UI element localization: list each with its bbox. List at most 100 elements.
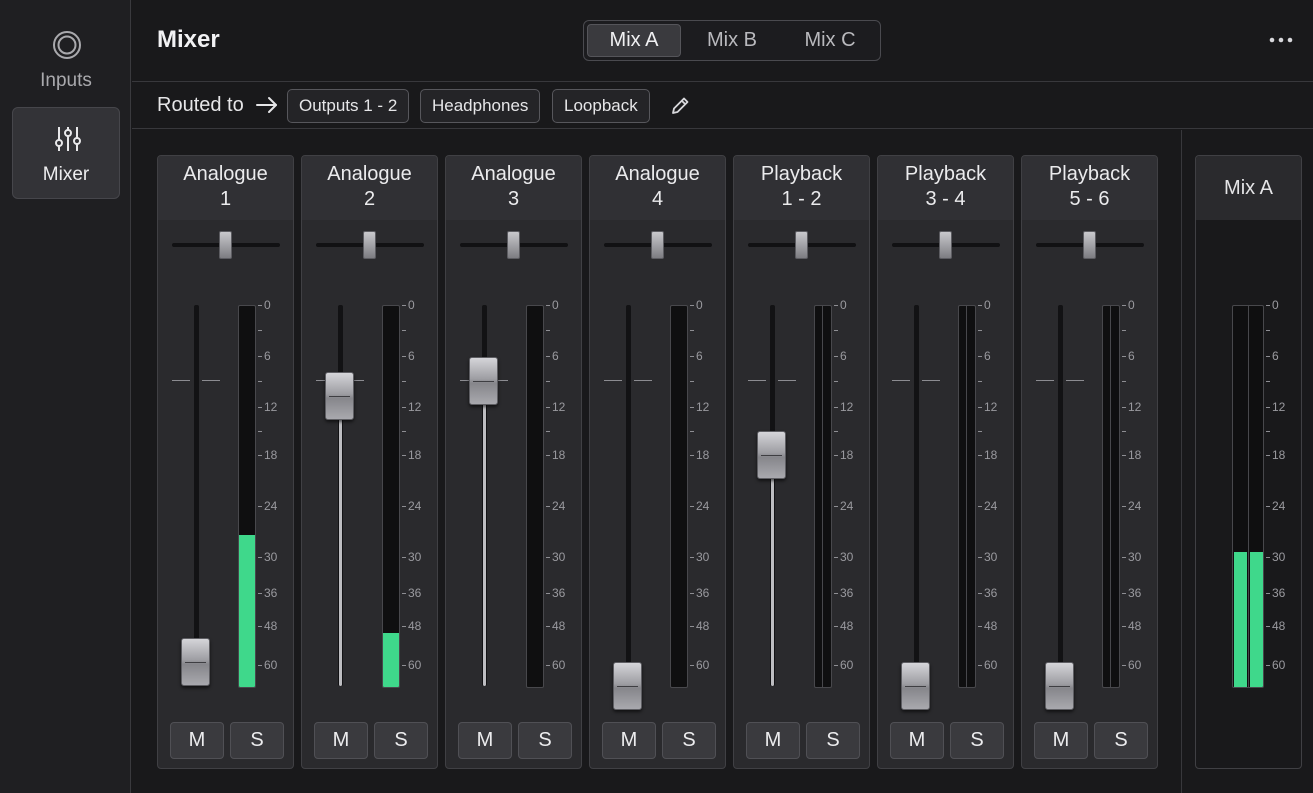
meter-scale: 0 6 12 18 24 30 36 48 60 — [402, 299, 437, 688]
mute-button[interactable]: M — [1034, 722, 1088, 759]
sidebar-item-inputs[interactable]: Inputs — [12, 14, 120, 106]
meter-scale-tick — [258, 324, 264, 336]
fader-handle[interactable] — [901, 662, 930, 710]
tick-dash — [1266, 407, 1270, 409]
more-options-button[interactable] — [1267, 28, 1295, 52]
meter-scale-tick — [834, 324, 840, 336]
route-chip-loopback[interactable]: Loopback — [552, 89, 650, 123]
pan-slider-knob[interactable] — [939, 231, 952, 259]
meter-scale-tick: 36 — [1266, 587, 1285, 599]
mute-button[interactable]: M — [458, 722, 512, 759]
pan-slider-knob[interactable] — [651, 231, 664, 259]
fader-handle[interactable] — [469, 357, 498, 405]
tick-dash — [402, 455, 406, 457]
meter-scale-tick: 0 — [978, 299, 991, 311]
fader-handle[interactable] — [325, 371, 354, 420]
fader-level — [483, 381, 486, 686]
channel-name: Analogue 4 — [590, 156, 725, 220]
mute-button[interactable]: M — [170, 722, 224, 759]
tick-dash — [1122, 431, 1126, 433]
tick-dash — [978, 431, 982, 433]
meter-scale-tick: 36 — [690, 587, 709, 599]
fader-track[interactable] — [914, 305, 919, 686]
fader-track[interactable] — [1058, 305, 1063, 686]
solo-button[interactable]: S — [662, 722, 716, 759]
channel-name-line2: 1 - 2 — [781, 188, 822, 210]
tick-label: 36 — [1128, 586, 1142, 600]
pan-slider-knob[interactable] — [1083, 231, 1096, 259]
pencil-edit-icon[interactable] — [669, 95, 691, 117]
meter-scale-tick: 30 — [1266, 551, 1285, 563]
tick-label: 30 — [264, 550, 278, 564]
meter-scale-tick — [258, 425, 264, 437]
fader-level — [339, 395, 342, 686]
fader-handle[interactable] — [181, 638, 210, 686]
route-chip-headphones[interactable]: Headphones — [420, 89, 541, 123]
tick-dash — [546, 593, 550, 595]
tick-dash — [1266, 626, 1270, 628]
pan-slider-knob[interactable] — [507, 231, 520, 259]
tick-label: 18 — [696, 448, 710, 462]
meter-scale-tick: 12 — [690, 401, 709, 413]
tick-dash — [690, 330, 694, 332]
meter-scale-tick: 24 — [402, 500, 421, 512]
tab-mix-b[interactable]: Mix B — [685, 24, 779, 57]
tick-dash — [1266, 593, 1270, 595]
meter-scale-tick: 0 — [402, 299, 415, 311]
tick-label: 36 — [840, 586, 854, 600]
tick-label: 60 — [264, 658, 278, 672]
tick-label: 12 — [1128, 400, 1142, 414]
solo-button[interactable]: S — [950, 722, 1004, 759]
tick-dash — [1122, 626, 1126, 628]
solo-button[interactable]: S — [230, 722, 284, 759]
tab-mix-a[interactable]: Mix A — [587, 24, 681, 57]
solo-button[interactable]: S — [518, 722, 572, 759]
meter-scale-tick — [258, 375, 264, 387]
tick-dash — [834, 626, 838, 628]
tick-label: 24 — [552, 499, 566, 513]
mute-button[interactable]: M — [746, 722, 800, 759]
meter-scale-tick — [690, 425, 696, 437]
tick-label: 30 — [408, 550, 422, 564]
meter-scale-tick: 24 — [690, 500, 709, 512]
pan-slider-knob[interactable] — [795, 231, 808, 259]
meter-scale-tick: 30 — [834, 551, 853, 563]
meter-scale-tick: 6 — [834, 350, 847, 362]
mute-button[interactable]: M — [890, 722, 944, 759]
tab-mix-c[interactable]: Mix C — [783, 24, 877, 57]
tick-label: 0 — [840, 298, 847, 312]
fader-handle[interactable] — [1045, 662, 1074, 710]
solo-button[interactable]: S — [1094, 722, 1148, 759]
pan-slider-knob[interactable] — [363, 231, 376, 259]
fader-track[interactable] — [194, 305, 199, 686]
channel-name: Playback 1 - 2 — [734, 156, 869, 220]
meter-divider — [822, 306, 823, 687]
tick-dash — [546, 330, 550, 332]
tick-dash — [834, 506, 838, 508]
meter-scale-tick: 12 — [978, 401, 997, 413]
meter-scale-tick: 30 — [258, 551, 277, 563]
tick-dash — [402, 665, 406, 667]
solo-button[interactable]: S — [374, 722, 428, 759]
sidebar-item-label: Mixer — [42, 164, 90, 185]
sidebar-item-mixer[interactable]: Mixer — [12, 107, 120, 199]
channel-strip: Playback 5 - 6 0 6 12 18 24 30 36 48 60 M S — [1021, 155, 1158, 769]
meter-scale-tick: 6 — [978, 350, 991, 362]
fader-track[interactable] — [626, 305, 631, 686]
tick-dash — [1266, 381, 1270, 383]
meter-scale-tick: 0 — [834, 299, 847, 311]
tick-dash — [546, 431, 550, 433]
pan-slider-knob[interactable] — [219, 231, 232, 259]
route-chip-outputs[interactable]: Outputs 1 - 2 — [287, 89, 410, 123]
mute-button[interactable]: M — [314, 722, 368, 759]
fader-handle[interactable] — [613, 662, 642, 710]
meter-scale-tick: 18 — [1122, 449, 1141, 461]
tick-dash — [690, 381, 694, 383]
meter-scale-tick — [402, 375, 408, 387]
mute-button[interactable]: M — [602, 722, 656, 759]
master-strip: Mix A 0 6 12 18 24 30 36 48 60 — [1195, 155, 1302, 769]
tick-dash — [258, 665, 262, 667]
fader-handle[interactable] — [757, 431, 786, 479]
solo-button[interactable]: S — [806, 722, 860, 759]
tick-label: 6 — [840, 349, 847, 363]
